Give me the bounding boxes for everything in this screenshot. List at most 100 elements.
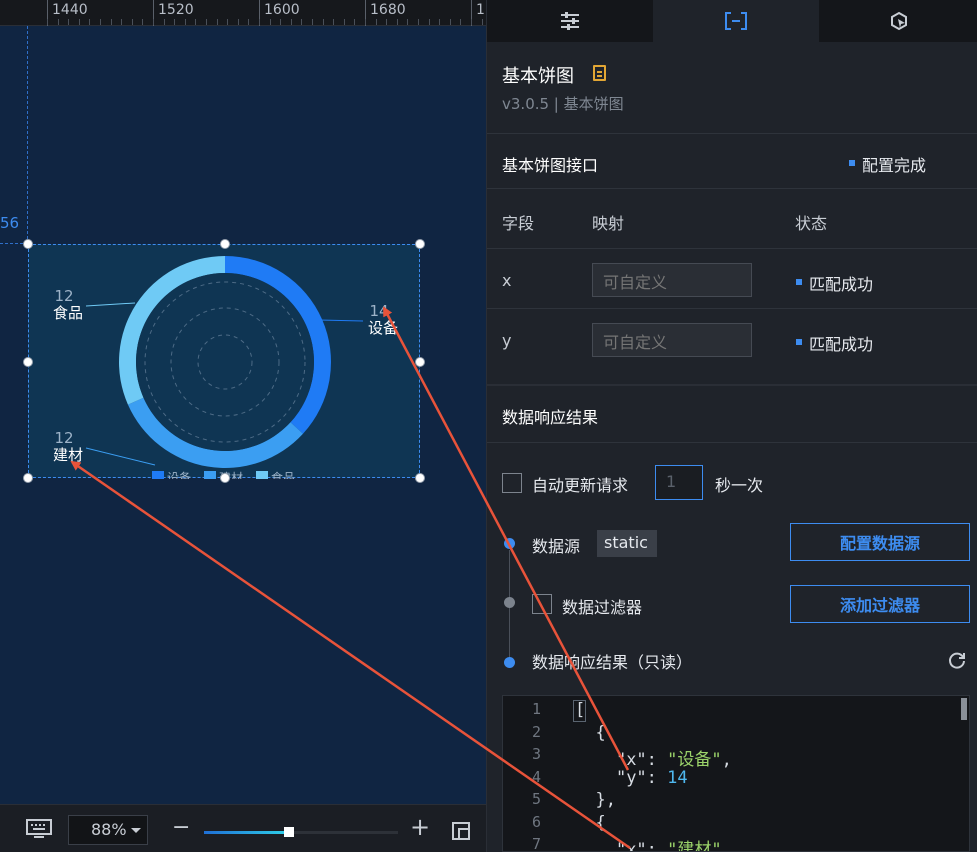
ruler-minor-tick bbox=[153, 19, 154, 25]
divider bbox=[487, 442, 977, 443]
ruler-minor-tick bbox=[418, 19, 419, 25]
guide-coordinate-label: 56 bbox=[0, 214, 20, 232]
horizontal-ruler: 1440 1520 1600 1680 17 bbox=[0, 0, 486, 26]
divider bbox=[487, 133, 977, 134]
ruler-minor-tick bbox=[280, 19, 282, 25]
legend-swatch[interactable] bbox=[204, 471, 216, 479]
ruler-minor-tick bbox=[142, 19, 144, 25]
code-text: }, bbox=[575, 790, 616, 810]
auto-update-checkbox[interactable] bbox=[502, 473, 522, 493]
filter-checkbox[interactable] bbox=[532, 594, 552, 614]
ruler-minor-tick bbox=[301, 19, 303, 25]
code-line: 2 { bbox=[503, 723, 969, 745]
ruler-tick-label: 1680 bbox=[370, 2, 406, 18]
panel-tabs bbox=[487, 0, 977, 42]
resize-handle-top-left[interactable] bbox=[23, 239, 33, 249]
ruler-minor-tick bbox=[269, 19, 271, 25]
resize-handle-bottom-left[interactable] bbox=[23, 473, 33, 483]
zoom-slider-thumb[interactable] bbox=[284, 827, 294, 837]
pie-value-label: 12 bbox=[54, 287, 73, 305]
pie-category-label: 设备 bbox=[368, 319, 398, 337]
pie-inner-rings bbox=[136, 273, 314, 451]
pie-leader-line bbox=[318, 319, 364, 322]
line-number: 1 bbox=[531, 700, 541, 718]
ruler-minor-tick bbox=[375, 19, 377, 25]
column-header-mapping: 映射 bbox=[592, 214, 625, 233]
ruler-minor-tick bbox=[439, 19, 441, 25]
fit-screen-icon[interactable] bbox=[452, 822, 470, 840]
document-icon[interactable] bbox=[593, 65, 606, 81]
tab-config[interactable] bbox=[487, 0, 653, 42]
resize-handle-right[interactable] bbox=[415, 357, 425, 367]
interval-unit: 秒一次 bbox=[715, 476, 764, 495]
resize-handle-top[interactable] bbox=[220, 239, 230, 249]
code-text: "x": "建材", bbox=[615, 840, 732, 852]
resize-handle-bottom-right[interactable] bbox=[415, 473, 425, 483]
legend-label[interactable]: 食品 bbox=[271, 470, 295, 479]
pie-chart-widget[interactable]: 12 食品 14 设备 12 建材 设备 建材 食品 bbox=[23, 239, 425, 483]
resize-handle-left[interactable] bbox=[23, 357, 33, 367]
bracket-minus-icon bbox=[725, 12, 747, 30]
refresh-icon[interactable] bbox=[947, 650, 967, 670]
zoom-unit: % bbox=[111, 820, 127, 839]
zoom-slider[interactable] bbox=[204, 827, 398, 837]
component-version: v3.0.5 | 基本饼图 bbox=[502, 95, 624, 113]
ruler-minor-tick bbox=[100, 19, 101, 25]
keyboard-icon[interactable] bbox=[26, 819, 52, 839]
zoom-in-button[interactable]: + bbox=[410, 813, 430, 841]
pie-chart: 12食品 14设备12建材 设备 建材 食品 bbox=[53, 256, 398, 479]
pie-leader-line bbox=[85, 302, 136, 307]
code-line: 5 }, bbox=[503, 790, 969, 812]
ruler-minor-tick bbox=[333, 19, 335, 25]
resize-handle-bottom[interactable] bbox=[220, 473, 230, 483]
ruler-minor-tick bbox=[343, 19, 345, 25]
add-filter-button[interactable]: 添加过滤器 bbox=[790, 585, 970, 623]
pie-value-label: 14 bbox=[369, 302, 388, 320]
legend-label[interactable]: 设备 bbox=[167, 471, 191, 479]
component-title: 基本饼图 bbox=[502, 66, 574, 87]
ruler-minor-tick bbox=[78, 19, 80, 25]
zoom-out-button[interactable]: − bbox=[172, 815, 190, 840]
code-line: 3 "x": "设备", bbox=[503, 745, 969, 770]
line-number: 5 bbox=[531, 790, 541, 808]
line-number: 2 bbox=[531, 722, 541, 741]
chevron-down-icon bbox=[131, 828, 141, 833]
result-code-editor[interactable]: 1[2 {3 "x": "设备", 4 "y": 14 5 }, 6 {7 "x": … bbox=[502, 695, 970, 852]
sliders-icon bbox=[561, 12, 579, 30]
ruler-minor-tick bbox=[365, 19, 366, 25]
ruler-minor-tick bbox=[110, 19, 112, 25]
ruler-minor-tick bbox=[396, 19, 398, 25]
resize-handle-top-right[interactable] bbox=[415, 239, 425, 249]
tab-interaction[interactable] bbox=[819, 0, 977, 42]
legend-swatch[interactable] bbox=[256, 471, 268, 479]
line-number: 3 bbox=[531, 745, 541, 763]
config-datasource-button[interactable]: 配置数据源 bbox=[790, 523, 970, 561]
filter-label: 数据过滤器 bbox=[562, 598, 643, 617]
code-text: { bbox=[575, 722, 606, 743]
interface-title: 基本饼图接口 bbox=[502, 156, 599, 175]
editor-canvas[interactable]: 1440 1520 1600 1680 17 56 12食品14设备12建材 设… bbox=[0, 0, 486, 852]
line-number: 6 bbox=[531, 812, 541, 831]
legend-swatch[interactable] bbox=[152, 471, 164, 479]
divider bbox=[487, 248, 977, 249]
ruler-tick-label: 1520 bbox=[158, 2, 194, 18]
ruler-tick-label: 1600 bbox=[264, 2, 300, 18]
mapping-input-y[interactable] bbox=[592, 323, 752, 357]
code-text: { bbox=[575, 812, 606, 833]
step-dot-datasource bbox=[504, 538, 515, 549]
ruler-minor-tick bbox=[248, 19, 250, 25]
tab-data[interactable] bbox=[653, 0, 819, 42]
pie-leader-line bbox=[85, 447, 156, 466]
mapping-input-x[interactable] bbox=[592, 263, 752, 297]
datasource-type-badge: static bbox=[597, 530, 657, 557]
interval-input[interactable]: 1 bbox=[655, 465, 703, 500]
pie-value-label: 12 bbox=[54, 429, 73, 447]
field-name-x: x bbox=[502, 271, 512, 290]
ruler-minor-tick bbox=[121, 19, 123, 25]
zoom-select[interactable]: 88% bbox=[68, 815, 148, 845]
code-line: 4 "y": 14 bbox=[503, 768, 969, 790]
field-status-x: 匹配成功 bbox=[795, 271, 873, 295]
ruler-minor-tick bbox=[290, 19, 292, 25]
step-dot-filter bbox=[504, 597, 515, 608]
ruler-minor-tick bbox=[47, 19, 48, 25]
